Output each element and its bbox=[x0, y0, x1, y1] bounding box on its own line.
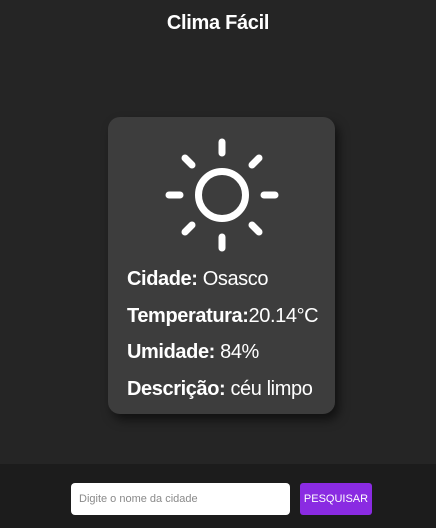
humidity-value: 84% bbox=[214, 341, 259, 363]
description-value: céu limpo bbox=[225, 377, 313, 400]
app-title: Clima Fácil bbox=[166, 12, 270, 34]
city-label: Cidade: bbox=[127, 268, 198, 290]
description-label: Descrição: bbox=[127, 377, 226, 400]
sun-icon bbox=[165, 138, 279, 252]
weather-card: Cidade: Osasco Temperatura:20.14°C Umida… bbox=[108, 117, 335, 414]
temperature-value: 20.14°C bbox=[248, 304, 319, 327]
city-row: Cidade: Osasco bbox=[127, 261, 332, 298]
search-bar: PESQUISAR bbox=[0, 464, 436, 528]
description-row: Descrição: céu limpo bbox=[127, 371, 332, 408]
weather-info-list: Cidade: Osasco Temperatura:20.14°C Umida… bbox=[127, 261, 332, 407]
city-search-input[interactable] bbox=[71, 483, 290, 515]
temperature-label: Temperatura: bbox=[127, 304, 249, 327]
search-button[interactable]: PESQUISAR bbox=[300, 483, 372, 515]
city-value: Osasco bbox=[197, 268, 269, 290]
humidity-label: Umidade: bbox=[127, 341, 215, 363]
humidity-row: Umidade: 84% bbox=[127, 334, 332, 371]
temperature-row: Temperatura:20.14°C bbox=[127, 298, 332, 335]
